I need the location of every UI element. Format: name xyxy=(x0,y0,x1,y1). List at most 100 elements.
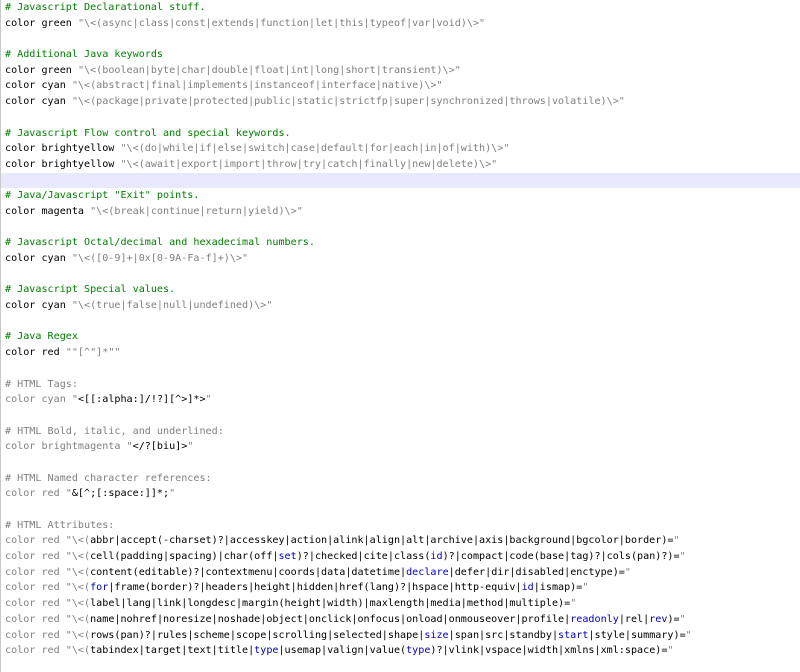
code-line[interactable]: # HTML Attributes: xyxy=(1,518,800,534)
code-line[interactable]: color red "\<(cell(padding|spacing)|char… xyxy=(1,549,800,565)
code-line[interactable] xyxy=(1,110,800,126)
code-token: "\<( xyxy=(65,535,91,547)
code-token: size xyxy=(424,629,449,641)
code-line[interactable]: color green "\<(async|class|const|extend… xyxy=(1,16,800,32)
code-line[interactable]: color red "\<(content(editable)?|context… xyxy=(1,565,800,581)
code-line[interactable]: # HTML Tags: xyxy=(1,377,800,393)
code-token: "\<(boolean|byte|char|double|float|int|l… xyxy=(77,64,461,76)
code-line[interactable] xyxy=(1,267,800,283)
code-token: "\<( xyxy=(65,613,91,625)
code-line[interactable]: color brightyellow "\<(await|export|impo… xyxy=(1,157,800,173)
code-line[interactable]: color red "\<(abbr|accept(-charset)?|acc… xyxy=(1,533,800,549)
code-line[interactable] xyxy=(1,314,800,330)
code-token: "\<( xyxy=(65,566,91,578)
code-token: # HTML Named character references: xyxy=(5,472,212,484)
code-token: # HTML Tags: xyxy=(5,378,78,390)
code-token: " xyxy=(685,629,692,641)
code-token: label|lang|link|longdesc|margin(height|w… xyxy=(90,598,571,610)
code-token: " xyxy=(570,598,577,610)
code-token: " xyxy=(667,645,674,657)
code-token: abbr|accept(-charset)?|accesskey|action|… xyxy=(90,535,674,547)
code-line[interactable]: color green "\<(boolean|byte|char|double… xyxy=(1,63,800,79)
code-token: for xyxy=(90,582,109,594)
code-token: color cyan xyxy=(5,394,72,406)
code-line[interactable]: color cyan "\<(true|false|null|undefined… xyxy=(1,298,800,314)
code-token: tabindex|target|text|title| xyxy=(90,645,255,657)
code-editor[interactable]: # Javascript Declarational stuff. color g… xyxy=(0,0,800,672)
code-token: "\<(package|private|protected|public|sta… xyxy=(71,96,625,108)
code-line[interactable] xyxy=(1,172,800,189)
code-token: "\<([0-9]+|0x[0-9A-Fa-f]+)\>" xyxy=(71,253,249,264)
code-line[interactable]: color cyan "\<(abstract|final|implements… xyxy=(1,78,800,94)
code-line[interactable] xyxy=(1,31,800,47)
code-token: color red xyxy=(5,488,66,500)
code-line[interactable] xyxy=(1,220,800,236)
code-token: color brightyellow xyxy=(5,143,121,155)
code-token: "\<(break|continue|return|yield)\>" xyxy=(90,205,303,217)
code-token: color cyan xyxy=(5,253,72,264)
code-line[interactable]: # HTML Bold, italic, and underlined: xyxy=(1,424,800,440)
code-token: |usemap|valign|value( xyxy=(278,645,407,657)
code-line[interactable]: color cyan "\<([0-9]+|0x[0-9A-Fa-f]+)\>" xyxy=(1,251,800,267)
code-token: color red xyxy=(5,582,66,594)
code-line[interactable]: color magenta "\<(break|continue|return|… xyxy=(1,204,800,220)
code-token: color red xyxy=(5,535,66,547)
code-token: # Javascript Special values. xyxy=(5,284,176,296)
code-token: # Javascript Octal/decimal and hexadecim… xyxy=(5,237,315,249)
code-token: # HTML Attributes: xyxy=(5,519,115,531)
code-token: " xyxy=(679,613,686,625)
code-token: id xyxy=(430,551,443,563)
code-line[interactable]: # Javascript Declarational stuff. xyxy=(1,0,800,16)
code-line[interactable]: color cyan "\<(package|private|protected… xyxy=(1,94,800,110)
code-line[interactable]: # Java/Javascript "Exit" points. xyxy=(1,188,800,204)
code-token: rows(pan)?|rules|scheme|scope|scrolling|… xyxy=(90,629,425,641)
code-line[interactable]: color cyan "<[[:alpha:]/!?][^>]*>" xyxy=(1,392,800,408)
code-line[interactable]: color brightyellow "\<(do|while|if|else|… xyxy=(1,141,800,157)
code-token: type xyxy=(254,645,279,657)
code-token: )?|compact|code(base|tag)?|cols(pan)?)= xyxy=(442,551,680,563)
code-token: )= xyxy=(667,613,680,625)
code-token: # Additional Java keywords xyxy=(5,49,164,61)
code-token: "\<(await|export|import|throw|try|catch|… xyxy=(120,158,498,170)
code-token: "\<(async|class|const|extends|function|l… xyxy=(77,17,486,29)
code-line[interactable]: color brightmagenta "</?[biu]>" xyxy=(1,439,800,455)
code-token: |rel| xyxy=(618,613,650,625)
code-line[interactable]: # Javascript Flow control and special ke… xyxy=(1,126,800,142)
code-token: # Java Regex xyxy=(5,331,78,343)
code-token: "\<( xyxy=(65,629,91,641)
code-line[interactable]: color red "\<(rows(pan)?|rules|scheme|sc… xyxy=(1,628,800,644)
code-line[interactable]: # Javascript Special values. xyxy=(1,282,800,298)
code-line[interactable]: # Java Regex xyxy=(1,329,800,345)
code-line[interactable] xyxy=(1,408,800,424)
code-line[interactable]: color red "\<(tabindex|target|text|title… xyxy=(1,643,800,659)
code-line[interactable]: # Additional Java keywords xyxy=(1,47,800,63)
code-token: color red xyxy=(5,613,66,625)
code-line[interactable]: color red "&[^;[:space:]]*;" xyxy=(1,486,800,502)
code-token: # Javascript Flow control and special ke… xyxy=(5,127,291,139)
code-line[interactable] xyxy=(1,502,800,518)
code-token: color cyan xyxy=(5,96,72,108)
code-token: |frame(border)?|headers|height|hidden|hr… xyxy=(108,582,522,594)
code-token: color green xyxy=(5,64,78,76)
code-token: " xyxy=(187,441,194,453)
code-token: set xyxy=(278,551,297,563)
code-line[interactable]: color red "\<(for|frame(border)?|headers… xyxy=(1,580,800,596)
code-line[interactable]: # HTML Named character references: xyxy=(1,471,800,487)
code-token: color brightyellow xyxy=(5,158,121,170)
code-token: color cyan xyxy=(5,80,72,92)
code-line[interactable]: # Javascript Octal/decimal and hexadecim… xyxy=(1,235,800,251)
code-token: "\<( xyxy=(65,582,91,594)
code-token: " xyxy=(624,566,631,578)
code-line[interactable]: color red "\<(label|lang|link|longdesc|m… xyxy=(1,596,800,612)
code-line[interactable] xyxy=(1,361,800,377)
code-token: |style|summary)= xyxy=(588,629,686,641)
code-token: readonly xyxy=(570,613,619,625)
code-token: " xyxy=(679,551,686,563)
code-line[interactable]: color red ""[^"]*"" xyxy=(1,345,800,361)
code-token: ""[^"]*"" xyxy=(65,347,121,359)
code-token: )?|vlink|vspace|width|xmlns|xml:space)= xyxy=(430,645,668,657)
code-line[interactable] xyxy=(1,455,800,471)
code-line[interactable]: color red "\<(name|nohref|noresize|nosha… xyxy=(1,612,800,628)
code-token: rev xyxy=(649,613,668,625)
code-token: start xyxy=(558,629,589,641)
